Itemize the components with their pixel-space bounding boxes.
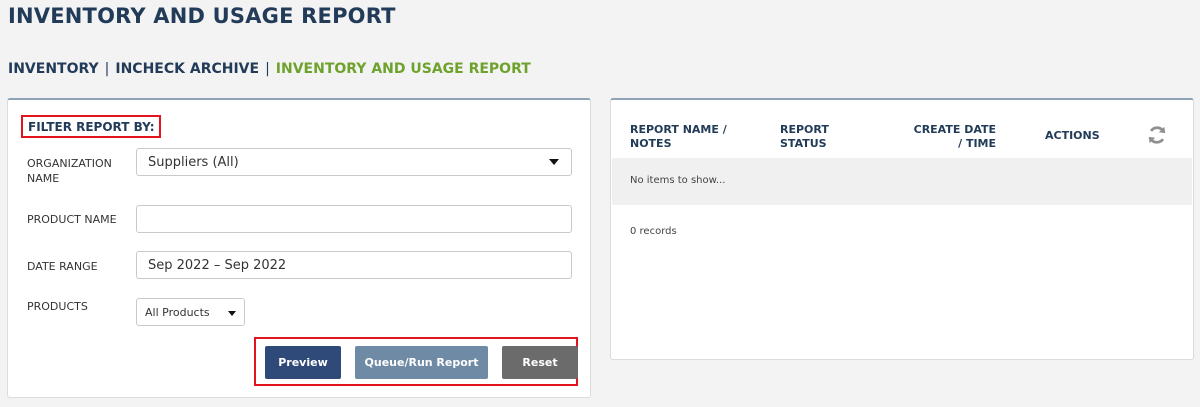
- products-select-value: All Products: [145, 306, 210, 319]
- product-name-input[interactable]: [136, 205, 572, 233]
- chevron-down-icon: [549, 159, 559, 165]
- products-label: PRODUCTS: [27, 300, 88, 313]
- date-range-input[interactable]: Sep 2022 – Sep 2022: [136, 251, 572, 279]
- refresh-icon[interactable]: [1146, 124, 1168, 146]
- empty-table-message: No items to show...: [612, 158, 1192, 205]
- column-header-create-date[interactable]: CREATE DATE / TIME: [906, 123, 996, 151]
- filter-heading: FILTER REPORT BY:: [21, 115, 161, 138]
- column-header-actions: ACTIONS: [1045, 129, 1100, 142]
- organization-select[interactable]: Suppliers (All): [136, 148, 572, 176]
- report-list-panel: REPORT NAME / NOTES REPORT STATUS CREATE…: [610, 98, 1194, 360]
- chevron-down-icon: [228, 311, 236, 316]
- filter-panel: FILTER REPORT BY: ORGANIZATION NAME Supp…: [7, 98, 591, 398]
- organization-select-value: Suppliers (All): [148, 155, 239, 170]
- page-title: INVENTORY AND USAGE REPORT: [8, 4, 396, 28]
- date-range-label: DATE RANGE: [27, 260, 98, 273]
- column-header-report-status[interactable]: REPORT STATUS: [780, 123, 850, 151]
- column-header-report-name[interactable]: REPORT NAME / NOTES: [630, 123, 740, 151]
- breadcrumb-separator: |: [104, 61, 110, 77]
- breadcrumb-separator: |: [265, 61, 270, 77]
- record-count: 0 records: [630, 226, 677, 237]
- preview-button[interactable]: Preview: [265, 346, 341, 379]
- breadcrumb-incheck-archive[interactable]: INCHECK ARCHIVE: [115, 61, 259, 77]
- breadcrumb: INVENTORY | INCHECK ARCHIVE | INVENTORY …: [8, 61, 531, 77]
- product-name-label: PRODUCT NAME: [27, 213, 117, 226]
- products-select[interactable]: All Products: [136, 298, 245, 326]
- breadcrumb-inventory-usage-report: INVENTORY AND USAGE REPORT: [275, 61, 531, 77]
- organization-name-label: ORGANIZATION NAME: [27, 157, 112, 185]
- action-buttons: Preview Queue/Run Report Reset: [254, 337, 578, 386]
- reset-button[interactable]: Reset: [502, 346, 578, 379]
- breadcrumb-inventory[interactable]: INVENTORY: [8, 61, 99, 77]
- queue-run-report-button[interactable]: Queue/Run Report: [355, 346, 488, 379]
